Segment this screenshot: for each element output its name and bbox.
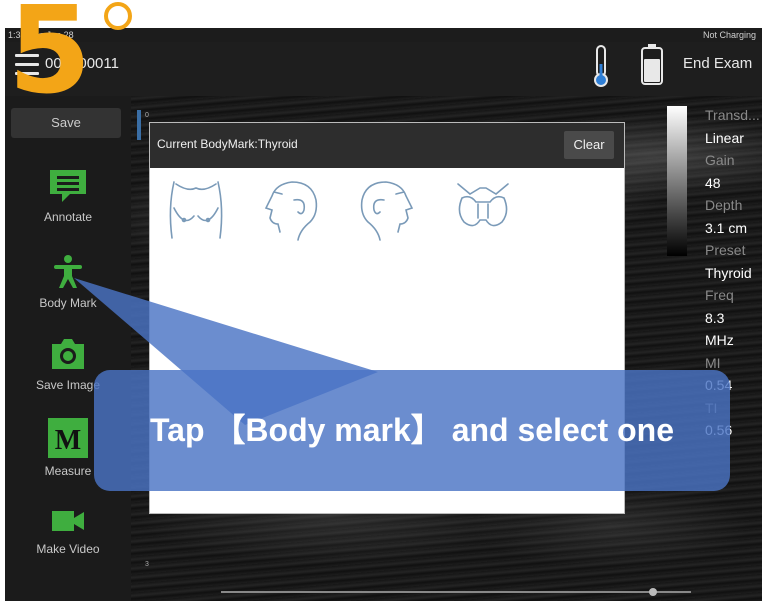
step-number: 5 <box>8 0 92 121</box>
instruction-banner: Tap 【Body mark】 and select one <box>94 370 730 491</box>
step-degree-mark <box>104 2 132 30</box>
instruction-text: Tap 【Body mark】 and select one <box>150 412 674 448</box>
callout-pointer <box>74 278 378 425</box>
